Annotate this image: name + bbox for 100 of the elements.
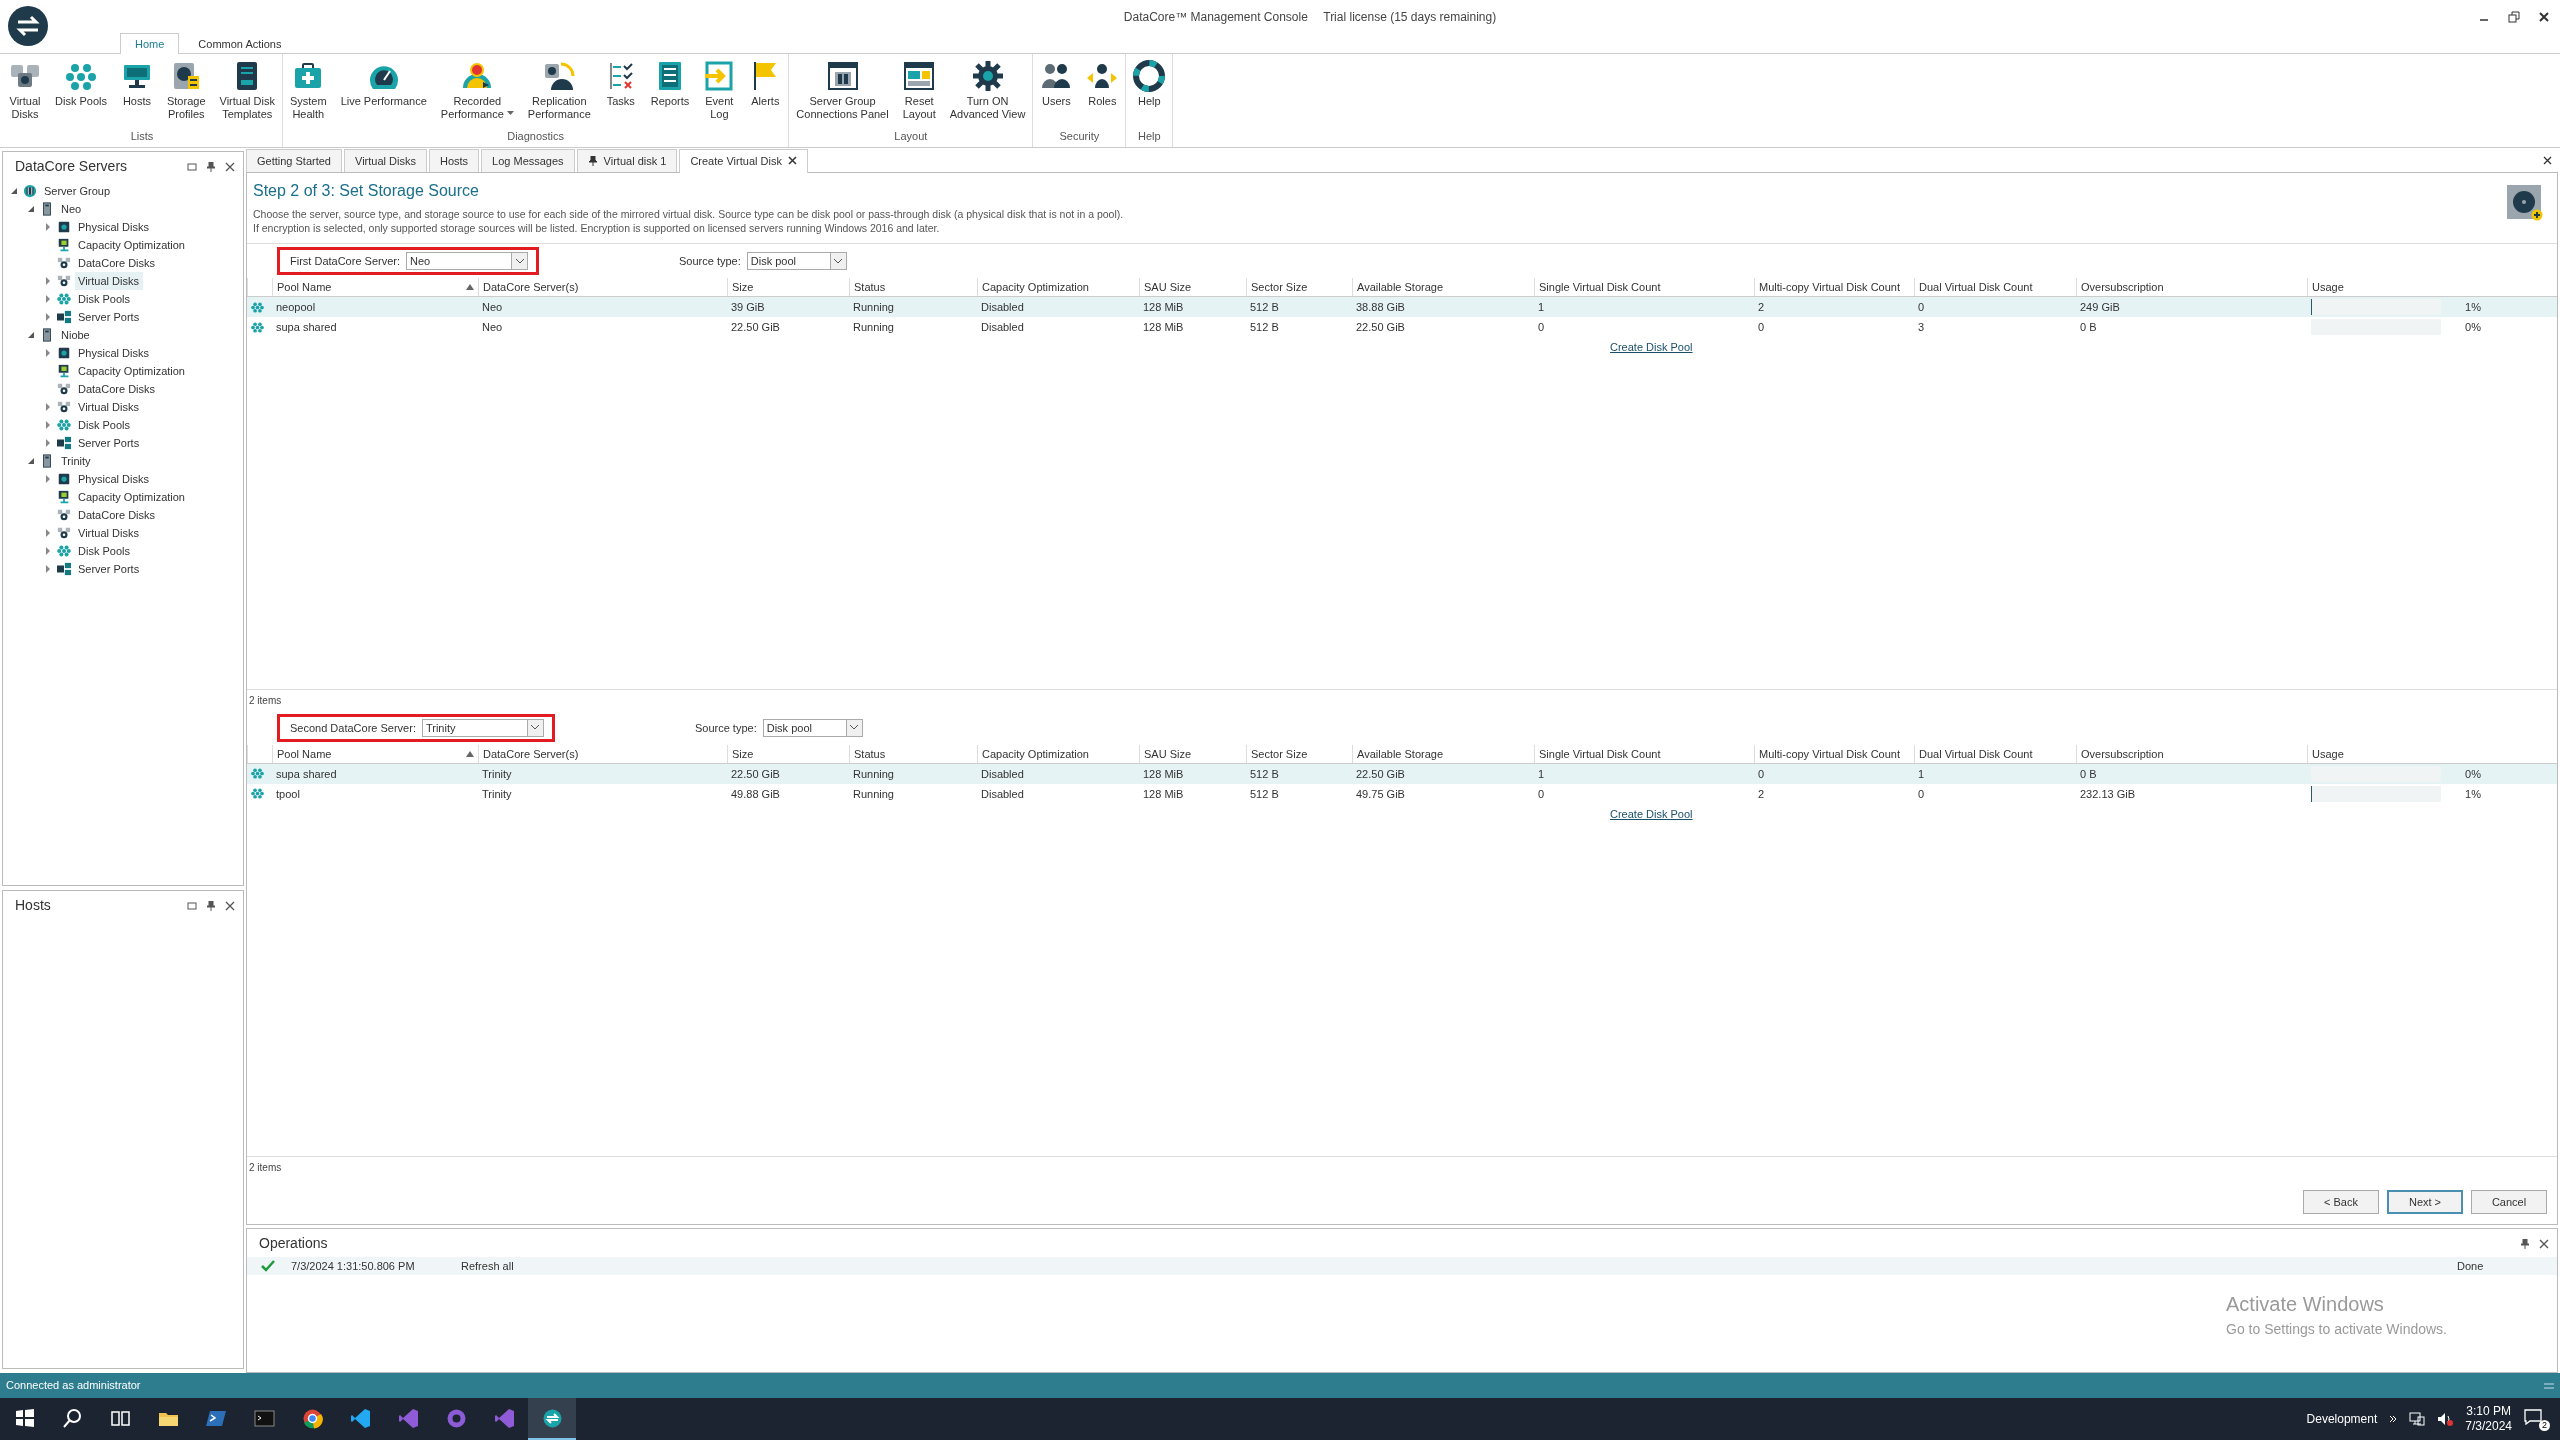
tree-item[interactable]: Disk Pools [75,289,134,309]
ribbon-tab[interactable]: Home [120,32,180,54]
document-tab[interactable]: Hosts [428,148,480,172]
expand-arrow-icon[interactable] [45,475,51,483]
column-header[interactable]: Status [849,744,977,763]
column-header[interactable]: Usage [2307,278,2557,296]
ribbon-button[interactable]: Replication Performance [520,60,598,128]
column-header[interactable]: Sector Size [1246,744,1352,763]
tree-item[interactable]: Physical Disks [75,217,153,237]
create-pool-link[interactable]: Create Disk Pool [247,803,1693,823]
column-header[interactable]: Capacity Optimization [977,278,1139,296]
expand-arrow-icon[interactable] [45,349,51,357]
ribbon-tab[interactable]: Common Actions [183,32,297,54]
tree-item[interactable]: Server Ports [75,559,144,579]
tree-item[interactable]: Trinity [58,451,95,471]
table-row[interactable]: neopool Neo 39 GiB Running Disabled 128 MiB 512 B 38.88 GiB 1 2 0 249 GiB 1% [247,297,2557,317]
ribbon-button[interactable]: Virtual Disk Templates [212,60,282,128]
expand-arrow-icon[interactable] [45,223,51,231]
ribbon-button[interactable]: Reports [643,60,697,128]
expand-arrow-icon[interactable] [45,295,51,303]
ribbon-button[interactable]: Event Log [696,60,743,128]
tree-item[interactable]: Server Group [41,181,115,201]
ribbon-button[interactable]: Roles [1079,60,1126,128]
network-icon[interactable] [2409,1412,2426,1426]
document-tab[interactable]: Log Messages [481,148,575,172]
source-type-dropdown[interactable]: Disk pool [762,718,863,737]
wizard-button[interactable]: < Back [2303,1189,2379,1214]
column-header[interactable]: Single Virtual Disk Count [1534,278,1754,296]
column-header[interactable]: DataCore Server(s) [478,744,727,763]
maximize-icon[interactable] [187,161,197,172]
column-header[interactable]: Multi-copy Virtual Disk Count [1754,278,1914,296]
ribbon-button[interactable]: Turn ON Advanced View [942,60,1033,128]
expand-arrow-icon[interactable] [45,547,51,555]
ribbon-button[interactable]: Server Group Connections Panel [789,60,896,128]
collapse-arrow-icon[interactable] [27,457,35,465]
tree-item[interactable]: Virtual Disks [75,271,143,291]
column-header[interactable]: Size [727,278,849,296]
close-icon[interactable] [225,161,235,172]
ribbon-button[interactable]: Storage Profiles [159,60,213,128]
document-tab[interactable]: Getting Started [246,148,342,172]
expand-arrow-icon[interactable] [45,439,51,447]
tree-item[interactable]: Physical Disks [75,469,153,489]
column-header[interactable]: Single Virtual Disk Count [1534,744,1754,763]
expand-arrow-icon[interactable] [45,403,51,411]
column-header[interactable]: Sector Size [1246,278,1352,296]
tree-item[interactable]: Capacity Optimization [75,487,189,507]
column-header[interactable]: Pool Name [272,278,478,296]
column-header[interactable]: Oversubscription [2076,744,2307,763]
tree-item[interactable]: Virtual Disks [75,523,143,543]
clock-date[interactable]: 7/3/2024 [2465,1419,2512,1434]
tree-item[interactable]: Virtual Disks [75,397,143,417]
table-row[interactable]: supa shared Trinity 22.50 GiB Running Disabled 128 MiB 512 B 22.50 GiB 1 0 1 0 B 0% [247,763,2557,784]
server-dropdown[interactable]: Neo [406,252,529,270]
column-header[interactable]: DataCore Server(s) [478,278,727,296]
ribbon-button[interactable]: Help [1126,60,1173,128]
column-header[interactable]: SAU Size [1139,744,1246,763]
column-header[interactable]: Dual Virtual Disk Count [1914,744,2076,763]
tree-item[interactable]: Disk Pools [75,415,134,435]
volume-icon[interactable] [2437,1412,2454,1426]
document-tab[interactable]: Create Virtual Disk [679,148,808,173]
close-icon[interactable] [2538,10,2550,23]
ribbon-button[interactable]: Hosts [113,60,160,128]
document-tab[interactable]: Virtual Disks [344,148,427,172]
column-header[interactable]: Size [727,744,849,763]
tree-item[interactable]: DataCore Disks [75,253,160,273]
expand-arrow-icon[interactable] [45,421,51,429]
restore-icon[interactable] [2508,10,2520,23]
wizard-button[interactable]: Cancel [2471,1189,2547,1214]
column-header[interactable]: Multi-copy Virtual Disk Count [1754,744,1914,763]
ribbon-button[interactable]: Tasks [597,60,644,128]
tree-item[interactable]: Capacity Optimization [75,361,189,381]
ribbon-button[interactable]: Alerts [742,60,789,128]
tree-item[interactable]: Capacity Optimization [75,235,189,255]
column-header[interactable]: Status [849,278,977,296]
tree-item[interactable]: Niobe [58,325,94,345]
tree-item[interactable]: Physical Disks [75,343,153,363]
expand-arrow-icon[interactable] [45,313,51,321]
tree-item[interactable]: DataCore Disks [75,379,160,399]
collapse-arrow-icon[interactable] [27,205,35,213]
column-header[interactable]: Oversubscription [2076,278,2307,296]
close-icon[interactable] [2539,1238,2549,1249]
taskbar-button[interactable] [528,1398,576,1440]
table-row[interactable]: tpool Trinity 49.88 GiB Running Disabled 128 MiB 512 B 49.75 GiB 0 2 0 232.13 GiB 1% [247,783,2557,804]
close-icon[interactable] [2543,156,2552,165]
close-icon[interactable] [225,900,235,911]
tree-item[interactable]: Server Ports [75,307,144,327]
ribbon-button[interactable]: Reset Layout [895,60,943,128]
document-tab[interactable]: Virtual disk 1 [576,148,678,172]
ribbon-button[interactable]: Disk Pools [48,60,114,128]
notification-button[interactable]: 2 [2524,1409,2548,1429]
column-header[interactable]: Available Storage [1352,744,1534,763]
expand-arrow-icon[interactable] [45,277,51,285]
collapse-arrow-icon[interactable] [27,331,35,339]
tree-item[interactable]: Server Ports [75,433,144,453]
ribbon-button[interactable]: System Health [282,60,334,128]
ribbon-button[interactable]: Users [1033,60,1080,128]
expand-arrow-icon[interactable] [45,529,51,537]
server-dropdown[interactable]: Trinity [421,718,544,737]
maximize-icon[interactable] [187,900,197,911]
pin-icon[interactable] [2521,1238,2529,1249]
